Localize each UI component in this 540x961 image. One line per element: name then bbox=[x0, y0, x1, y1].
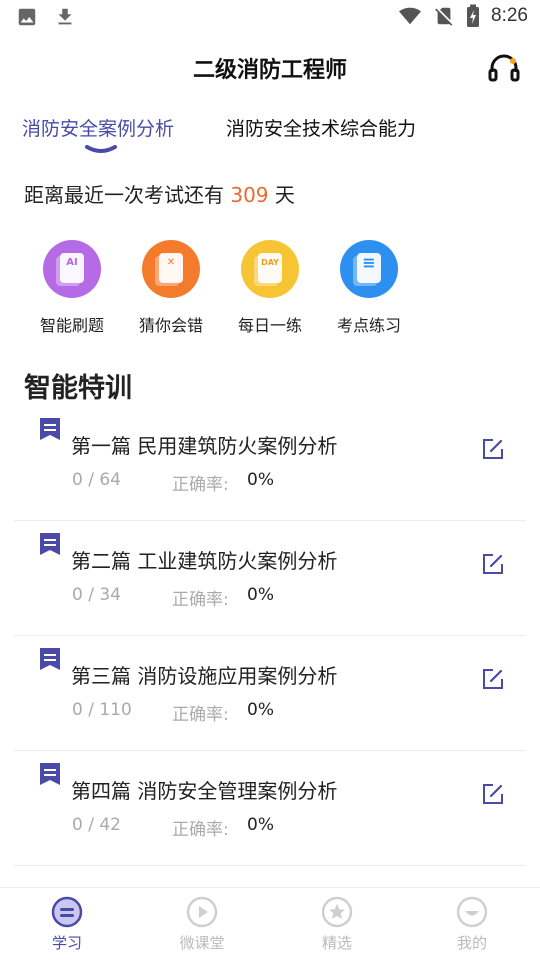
featured-icon bbox=[321, 896, 353, 928]
accuracy-value: 0% bbox=[247, 700, 274, 720]
bottom-nav: 学习 微课堂 精选 我的 bbox=[0, 887, 540, 961]
app-header: 二级消防工程师 bbox=[0, 38, 540, 96]
course-progress: 0 / 34 bbox=[72, 585, 121, 605]
nav-featured[interactable]: 精选 bbox=[287, 896, 387, 953]
course-title: 第四篇 消防安全管理案例分析 bbox=[71, 779, 338, 803]
course-item[interactable]: 第一篇 民用建筑防火案例分析 0 / 64 正确率: 0% bbox=[14, 406, 526, 521]
chapter-bookmark-icon bbox=[40, 763, 60, 785]
course-item[interactable]: 第二篇 工业建筑防火案例分析 0 / 34 正确率: 0% bbox=[14, 521, 526, 636]
chapter-bookmark-icon bbox=[40, 418, 60, 440]
quick-action-exam-points[interactable]: ≡ 考点练习 bbox=[321, 238, 417, 336]
nav-label: 精选 bbox=[321, 934, 352, 952]
countdown-suffix: 天 bbox=[274, 183, 295, 207]
image-icon bbox=[18, 8, 36, 26]
status-time: 8:26 bbox=[491, 5, 528, 26]
course-title: 第三篇 消防设施应用案例分析 bbox=[71, 664, 338, 688]
exam-point-icon: ≡ bbox=[340, 240, 398, 298]
tab-case-analysis[interactable]: 消防安全案例分析 bbox=[22, 114, 174, 141]
accuracy-value: 0% bbox=[247, 470, 274, 490]
ai-practice-icon: AI bbox=[43, 240, 101, 298]
tab-technical-ability[interactable]: 消防安全技术综合能力 bbox=[226, 114, 416, 141]
course-progress: 0 / 64 bbox=[72, 470, 121, 490]
countdown-days: 309 bbox=[230, 183, 269, 207]
micro-class-icon bbox=[186, 896, 218, 928]
nav-profile[interactable]: 我的 bbox=[422, 896, 522, 953]
exam-countdown: 距离最近一次考试还有 309 天 bbox=[24, 179, 295, 208]
headset-icon[interactable] bbox=[486, 50, 522, 86]
accuracy-label: 正确率: bbox=[172, 590, 229, 610]
active-tab-indicator bbox=[85, 145, 117, 153]
chapter-bookmark-icon bbox=[40, 648, 60, 670]
edit-icon[interactable] bbox=[480, 666, 506, 692]
exam-point-glyph: ≡ bbox=[357, 253, 381, 283]
quick-actions: AI 智能刷题 ✕ 猜你会错 DAY 每日一练 ≡ 考点练习 bbox=[0, 238, 540, 338]
countdown-prefix: 距离最近一次考试还有 bbox=[24, 183, 224, 207]
no-sim-icon bbox=[435, 7, 453, 26]
quick-action-daily-practice[interactable]: DAY 每日一练 bbox=[222, 238, 318, 336]
nav-study[interactable]: 学习 bbox=[17, 896, 117, 953]
chapter-bookmark-icon bbox=[40, 533, 60, 555]
nav-label: 学习 bbox=[51, 934, 82, 952]
accuracy-label: 正确率: bbox=[172, 705, 229, 725]
course-item[interactable]: 第四篇 消防安全管理案例分析 0 / 42 正确率: 0% bbox=[14, 751, 526, 866]
course-title: 第二篇 工业建筑防火案例分析 bbox=[71, 549, 338, 573]
course-title: 第一篇 民用建筑防火案例分析 bbox=[71, 434, 338, 458]
nav-micro-class[interactable]: 微课堂 bbox=[152, 896, 252, 953]
quick-action-smart-practice[interactable]: AI 智能刷题 bbox=[24, 238, 120, 336]
quick-action-label: 考点练习 bbox=[336, 316, 401, 335]
study-icon bbox=[51, 896, 83, 928]
status-bar: 8:26 bbox=[0, 0, 540, 38]
quick-action-guess-wrong[interactable]: ✕ 猜你会错 bbox=[123, 238, 219, 336]
accuracy-value: 0% bbox=[247, 585, 274, 605]
quick-action-label: 每日一练 bbox=[237, 316, 302, 335]
profile-icon bbox=[456, 896, 488, 928]
course-progress: 0 / 110 bbox=[72, 700, 132, 720]
nav-label: 微课堂 bbox=[179, 934, 225, 952]
edit-icon[interactable] bbox=[480, 781, 506, 807]
wifi-icon bbox=[399, 7, 422, 25]
battery-charging-icon bbox=[467, 4, 480, 27]
wrong-guess-icon: ✕ bbox=[142, 240, 200, 298]
nav-label: 我的 bbox=[456, 934, 487, 952]
accuracy-value: 0% bbox=[247, 815, 274, 835]
quick-action-label: 智能刷题 bbox=[39, 316, 104, 335]
section-title: 智能特训 bbox=[24, 373, 132, 404]
accuracy-label: 正确率: bbox=[172, 475, 229, 495]
daily-practice-icon: DAY bbox=[241, 240, 299, 298]
page-title: 二级消防工程师 bbox=[192, 58, 347, 83]
course-progress: 0 / 42 bbox=[72, 815, 121, 835]
wrong-guess-glyph: ✕ bbox=[159, 253, 183, 283]
daily-practice-glyph: DAY bbox=[258, 253, 282, 283]
quick-action-label: 猜你会错 bbox=[138, 316, 203, 335]
download-icon bbox=[58, 8, 72, 25]
ai-practice-glyph: AI bbox=[60, 253, 84, 283]
accuracy-label: 正确率: bbox=[172, 820, 229, 840]
subject-tabs: 消防安全案例分析 消防安全技术综合能力 bbox=[0, 106, 540, 160]
edit-icon[interactable] bbox=[480, 436, 506, 462]
edit-icon[interactable] bbox=[480, 551, 506, 577]
course-item[interactable]: 第三篇 消防设施应用案例分析 0 / 110 正确率: 0% bbox=[14, 636, 526, 751]
